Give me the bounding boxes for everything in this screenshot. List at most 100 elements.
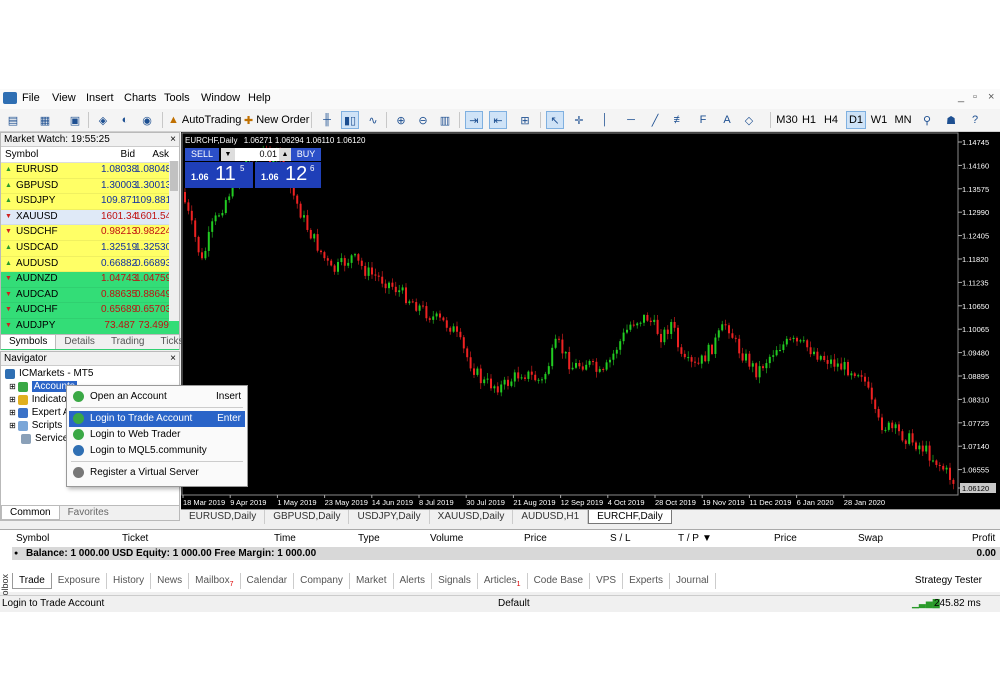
col-current-price[interactable]: Price: [774, 533, 797, 544]
expand-icon[interactable]: ⊞: [9, 421, 16, 430]
autotrading-button[interactable]: ▲ AutoTrading: [168, 111, 241, 129]
chart-tab-eurchf[interactable]: EURCHF,Daily: [588, 510, 672, 524]
col-swap[interactable]: Swap: [858, 533, 883, 544]
col-time[interactable]: Time: [274, 533, 296, 544]
tab-favorites[interactable]: Favorites: [60, 506, 117, 520]
data-window-icon[interactable]: ◐: [116, 111, 134, 129]
chart-tab-eurusd[interactable]: EURUSD,Daily: [181, 510, 266, 524]
nav-experts[interactable]: ⊞ Expert A: [9, 407, 70, 418]
menu-login-trade-account[interactable]: Login to Trade Account Enter: [69, 411, 245, 427]
candlestick-chart[interactable]: 1.14745 1.14160 1.13575 1.12990 1.12405 1.118…: [181, 132, 1000, 509]
timeframe-mn[interactable]: MN: [894, 111, 912, 129]
tab-company[interactable]: Company: [294, 573, 350, 589]
vertical-line-icon[interactable]: │: [596, 111, 614, 129]
profiles-icon[interactable]: ▦: [36, 111, 54, 129]
tab-details[interactable]: Details: [56, 335, 103, 349]
tab-news[interactable]: News: [151, 573, 190, 589]
chart-tab-audusd[interactable]: AUDUSD,H1: [513, 510, 589, 524]
market-watch-row[interactable]: ▼ AUDNZD 1.04743 1.04759: [1, 272, 179, 288]
horizontal-line-icon[interactable]: ─: [622, 111, 640, 129]
tab-trade[interactable]: Trade: [12, 573, 52, 589]
tab-common[interactable]: Common: [1, 506, 60, 520]
new-chart-icon[interactable]: ▤: [4, 111, 22, 129]
col-symbol[interactable]: Symbol: [1, 147, 101, 162]
col-ask[interactable]: Ask: [135, 147, 171, 162]
menu-login-mql5[interactable]: Login to MQL5.community: [69, 443, 245, 459]
signals-icon[interactable]: ◉: [138, 111, 156, 129]
menu-window[interactable]: Window: [201, 92, 240, 104]
market-watch-row[interactable]: ▼ USDCHF 0.98213 0.98224: [1, 225, 179, 241]
trendline-icon[interactable]: ╱: [646, 111, 664, 129]
tab-journal[interactable]: Journal: [670, 573, 716, 589]
tab-experts[interactable]: Experts: [623, 573, 670, 589]
market-watch-row[interactable]: ▲ AUDUSD 0.66882 0.66893: [1, 256, 179, 273]
expand-icon[interactable]: ⊞: [9, 395, 16, 404]
menu-tools[interactable]: Tools: [164, 92, 190, 104]
menu-open-account[interactable]: Open an Account Insert: [69, 389, 245, 405]
indicators-icon[interactable]: ⊞: [516, 111, 534, 129]
menu-file[interactable]: File: [22, 92, 40, 104]
tab-code-base[interactable]: Code Base: [528, 573, 591, 589]
tab-signals[interactable]: Signals: [432, 573, 478, 589]
sell-button[interactable]: SELL: [185, 148, 219, 161]
chart-tab-xauusd[interactable]: XAUUSD,Daily: [430, 510, 514, 524]
objects-icon[interactable]: F: [694, 111, 712, 129]
nav-root[interactable]: ICMarkets - MT5: [5, 368, 93, 379]
market-watch-row[interactable]: ▼ XAUUSD 1601.34 1601.54: [1, 209, 179, 226]
menu-insert[interactable]: Insert: [86, 92, 114, 104]
account-icon[interactable]: ☗: [942, 111, 960, 129]
timeframe-w1[interactable]: W1: [870, 111, 888, 129]
tab-alerts[interactable]: Alerts: [394, 573, 433, 589]
tab-calendar[interactable]: Calendar: [241, 573, 295, 589]
tab-vps[interactable]: VPS: [590, 573, 624, 589]
col-tp[interactable]: T / P: [678, 533, 699, 544]
col-volume[interactable]: Volume: [430, 533, 463, 544]
market-watch-row[interactable]: ▲ USDJPY 109.871 109.881: [1, 194, 179, 210]
expand-icon[interactable]: ⊞: [9, 382, 16, 391]
navigator-icon[interactable]: ◈: [94, 111, 112, 129]
chart-shift-icon[interactable]: ⇤: [489, 111, 507, 129]
search-icon[interactable]: ⚲: [918, 111, 936, 129]
candlestick-chart-icon[interactable]: ▮▯: [341, 111, 359, 129]
col-bid[interactable]: Bid: [101, 147, 135, 162]
sell-price-box[interactable]: 1.06 11 5: [185, 162, 253, 188]
menu-login-web-trader[interactable]: Login to Web Trader: [69, 427, 245, 443]
cursor-icon[interactable]: ↖: [546, 111, 564, 129]
market-watch-row[interactable]: ▼ AUDJPY 73.487 73.499: [1, 318, 179, 335]
minimize-icon[interactable]: _: [958, 91, 964, 103]
market-watch-icon[interactable]: ▣: [66, 111, 84, 129]
market-watch-row[interactable]: ▲ USDCAD 1.32519 1.32530: [1, 240, 179, 257]
col-price[interactable]: Price: [524, 533, 547, 544]
crosshair-icon[interactable]: ✛: [570, 111, 588, 129]
col-type[interactable]: Type: [358, 533, 380, 544]
tile-windows-icon[interactable]: ▥: [436, 111, 454, 129]
fibonacci-icon[interactable]: ≢: [670, 111, 688, 129]
restore-icon[interactable]: ▫: [973, 91, 977, 103]
timeframe-d1[interactable]: D1: [846, 111, 866, 129]
tab-exposure[interactable]: Exposure: [52, 573, 108, 589]
market-watch-row[interactable]: ▼ AUDCHF 0.65689 0.65703: [1, 303, 179, 319]
scrollbar[interactable]: [169, 161, 179, 321]
nav-indicators[interactable]: ⊞ Indicato: [9, 394, 67, 405]
col-profit[interactable]: Profit: [972, 533, 995, 544]
timeframe-m30[interactable]: M30: [776, 111, 798, 129]
menu-register-virtual-server[interactable]: Register a Virtual Server: [69, 465, 245, 481]
close-icon[interactable]: ×: [170, 352, 176, 365]
chart-tab-gbpusd[interactable]: GBPUSD,Daily: [265, 510, 350, 524]
tab-market[interactable]: Market: [350, 573, 394, 589]
buy-button[interactable]: BUY: [291, 148, 321, 161]
timeframe-h1[interactable]: H1: [800, 111, 818, 129]
strategy-tester-button[interactable]: Strategy Tester: [909, 573, 988, 589]
market-watch-row[interactable]: ▲ GBPUSD 1.30003 1.30013: [1, 178, 179, 195]
tab-mailbox[interactable]: Mailbox7: [189, 573, 241, 589]
shapes-icon[interactable]: ◇: [740, 111, 758, 129]
market-watch-row[interactable]: ▼ AUDCAD 0.88635 0.88649: [1, 287, 179, 304]
timeframe-h4[interactable]: H4: [822, 111, 840, 129]
tab-history[interactable]: History: [107, 573, 152, 589]
close-icon[interactable]: ×: [170, 133, 176, 146]
tab-symbols[interactable]: Symbols: [1, 335, 57, 349]
bar-chart-icon[interactable]: ╫: [318, 111, 336, 129]
menu-charts[interactable]: Charts: [124, 92, 156, 104]
col-symbol[interactable]: Symbol: [16, 533, 49, 544]
menu-help[interactable]: Help: [248, 92, 271, 104]
